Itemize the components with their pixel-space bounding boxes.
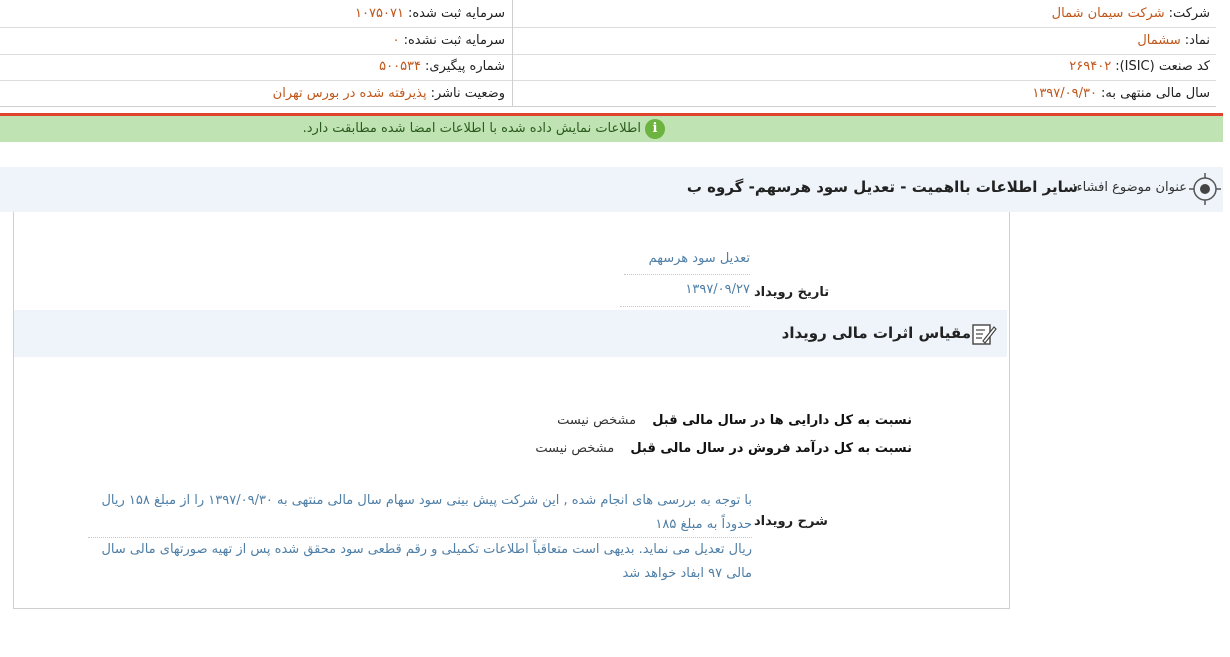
assets-ratio-row: نسبت به کل دارایی ها در سال مالی قبل مشخ…: [557, 413, 912, 428]
event-date-label: تاریخ رویداد: [754, 285, 830, 300]
description-text: با توجه به بررسی های انجام شده , این شرک…: [88, 489, 752, 586]
tracking-number-label: شماره پیگیری:: [425, 59, 505, 74]
company-cell: شرکت:شرکت سیمان شمال: [512, 0, 1216, 27]
registered-capital-label: سرمایه ثبت شده:: [407, 6, 505, 21]
unregistered-capital-cell: سرمایه ثبت نشده:۰: [0, 27, 511, 54]
tracking-number-cell: شماره پیگیری:۵۰۰۵۳۴: [0, 53, 511, 80]
edit-document-icon: [972, 324, 997, 345]
info-row-fiscal: سال مالی منتهی به:۱۳۹۷/۰۹/۳۰ وضعیت ناشر:…: [0, 80, 1216, 107]
unregistered-capital-label: سرمایه ثبت نشده:: [403, 33, 505, 48]
symbol-value[interactable]: سشمال: [1137, 33, 1180, 48]
info-row-company: شرکت:شرکت سیمان شمال سرمایه ثبت شده:۱۰۷۵…: [0, 0, 1216, 28]
event-date-value: ۱۳۹۷/۰۹/۲۷: [620, 278, 750, 307]
company-value[interactable]: شرکت سیمان شمال: [1052, 6, 1165, 21]
tracking-number-value: ۵۰۰۵۳۴: [379, 59, 422, 74]
verification-notice: i اطلاعات نمایش داده شده با اطلاعات امضا…: [0, 116, 1223, 142]
isic-label: کد صنعت (ISIC):: [1115, 59, 1210, 74]
fiscal-year-label: سال مالی منتهی به:: [1100, 86, 1210, 101]
description-label: شرح رویداد: [754, 514, 828, 529]
revenue-ratio-row: نسبت به کل درآمد فروش در سال مالی قبل مش…: [535, 441, 912, 456]
info-icon: i: [645, 119, 665, 139]
fiscal-year-value: ۱۳۹۷/۰۹/۳۰: [1032, 86, 1097, 101]
assets-ratio-value: مشخص نیست: [557, 413, 637, 428]
symbol-label: نماد:: [1184, 33, 1210, 48]
publisher-status-value: پذیرفته شده در بورس تهران: [272, 86, 427, 101]
publisher-status-label: وضعیت ناشر:: [430, 86, 505, 101]
registered-capital-cell: سرمایه ثبت شده:۱۰۷۵۰۷۱: [0, 0, 511, 27]
assets-ratio-label: نسبت به کل دارایی ها در سال مالی قبل: [652, 413, 912, 428]
target-icon: [1189, 173, 1221, 205]
info-row-isic: کد صنعت (ISIC):۲۶۹۴۰۲ شماره پیگیری:۵۰۰۵۳…: [0, 53, 1216, 81]
revenue-ratio-value: مشخص نیست: [535, 441, 615, 456]
description-line-2: ریال تعدیل می نماید. بدیهی است متعاقباً …: [101, 542, 752, 581]
description-line-1: با توجه به بررسی های انجام شده , این شرک…: [88, 489, 752, 538]
subject-bar: عنوان موضوع افشاء: سایر اطلاعات بااهمیت …: [0, 167, 1223, 212]
company-label: شرکت:: [1168, 6, 1210, 21]
subject-title: سایر اطلاعات بااهمیت - تعدیل سود هرسهم- …: [686, 178, 1078, 196]
symbol-cell: نماد: سشمال: [512, 27, 1216, 54]
isic-value: ۲۶۹۴۰۲: [1069, 59, 1112, 74]
fiscal-year-cell: سال مالی منتهی به:۱۳۹۷/۰۹/۳۰: [512, 80, 1216, 107]
isic-cell: کد صنعت (ISIC):۲۶۹۴۰۲: [512, 53, 1216, 80]
event-type-value: تعدیل سود هرسهم: [624, 248, 750, 275]
info-row-symbol: نماد: سشمال سرمایه ثبت نشده:۰: [0, 27, 1216, 55]
registered-capital-value: ۱۰۷۵۰۷۱: [355, 6, 404, 21]
company-info-table: شرکت:شرکت سیمان شمال سرمایه ثبت شده:۱۰۷۵…: [0, 0, 1216, 107]
verification-notice-text: اطلاعات نمایش داده شده با اطلاعات امضا ش…: [302, 121, 641, 136]
financial-effects-title: مقیاس اثرات مالی رویداد: [781, 324, 971, 342]
financial-effects-header: مقیاس اثرات مالی رویداد: [14, 310, 1007, 357]
revenue-ratio-label: نسبت به کل درآمد فروش در سال مالی قبل: [630, 441, 912, 456]
unregistered-capital-value: ۰: [392, 33, 400, 48]
publisher-status-cell: وضعیت ناشر:پذیرفته شده در بورس تهران: [0, 80, 511, 107]
subject-label: عنوان موضوع افشاء:: [1072, 180, 1187, 195]
